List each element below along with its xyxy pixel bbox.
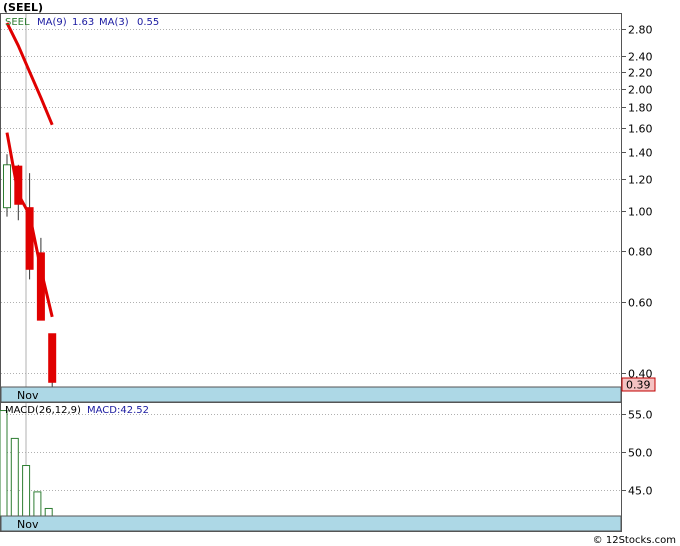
price-legend-symbol: SEEL (5, 17, 30, 28)
macd-legend-value: MACD:42.52 (87, 405, 149, 416)
price-panel-frame (0, 13, 622, 403)
price-tick-label: 1.00 (628, 206, 653, 219)
ma9-legend-label: MA(9) (37, 17, 67, 28)
last-price-label: 0.39 (626, 379, 651, 392)
price-tick-label: 1.60 (628, 123, 653, 136)
watermark: © 12Stocks.com (593, 535, 676, 546)
price-axis-ticks: 0.400.600.801.001.201.401.601.802.002.20… (621, 24, 653, 381)
macd-tick-label: 55.0 (628, 409, 653, 422)
price-tick-label: 1.20 (628, 174, 653, 187)
price-tick-label: 2.40 (628, 51, 653, 64)
price-tick-label: 1.40 (628, 147, 653, 160)
macd-bar (0, 410, 8, 517)
stock-chart: 0.400.600.801.001.201.401.601.802.002.20… (0, 1, 676, 546)
ma3-legend-label: MA(3) (99, 17, 129, 28)
ma9-legend-value: 1.63 (72, 17, 94, 28)
ticker-title: (SEEL) (3, 1, 43, 14)
macd-tick-label: 50.0 (628, 447, 653, 460)
macd-bar (33, 491, 42, 517)
ma3-legend-value: 0.55 (137, 17, 159, 28)
macd-bar (22, 465, 31, 517)
price-tick-label: 2.20 (628, 67, 653, 80)
candle-down (48, 333, 57, 383)
price-tick-label: 2.80 (628, 24, 653, 37)
candle-up (3, 164, 11, 209)
macd-x-axis-strip (0, 515, 622, 532)
price-x-axis-strip (0, 386, 622, 403)
price-x-label-nov: Nov (17, 389, 39, 402)
macd-bar (44, 507, 53, 517)
price-tick-label: 2.00 (628, 84, 653, 97)
price-tick-label: 1.80 (628, 102, 653, 115)
macd-legend-name: MACD(26,12,9) (5, 405, 81, 416)
price-tick-label: 0.80 (628, 246, 653, 259)
macd-x-label-nov: Nov (17, 518, 39, 531)
macd-tick-label: 45.0 (628, 485, 653, 498)
macd-axis-ticks: 45.0 50.0 55.0 (621, 409, 653, 498)
price-tick-label: 0.60 (628, 297, 653, 310)
macd-bar (10, 437, 19, 517)
macd-panel-frame (0, 402, 622, 532)
